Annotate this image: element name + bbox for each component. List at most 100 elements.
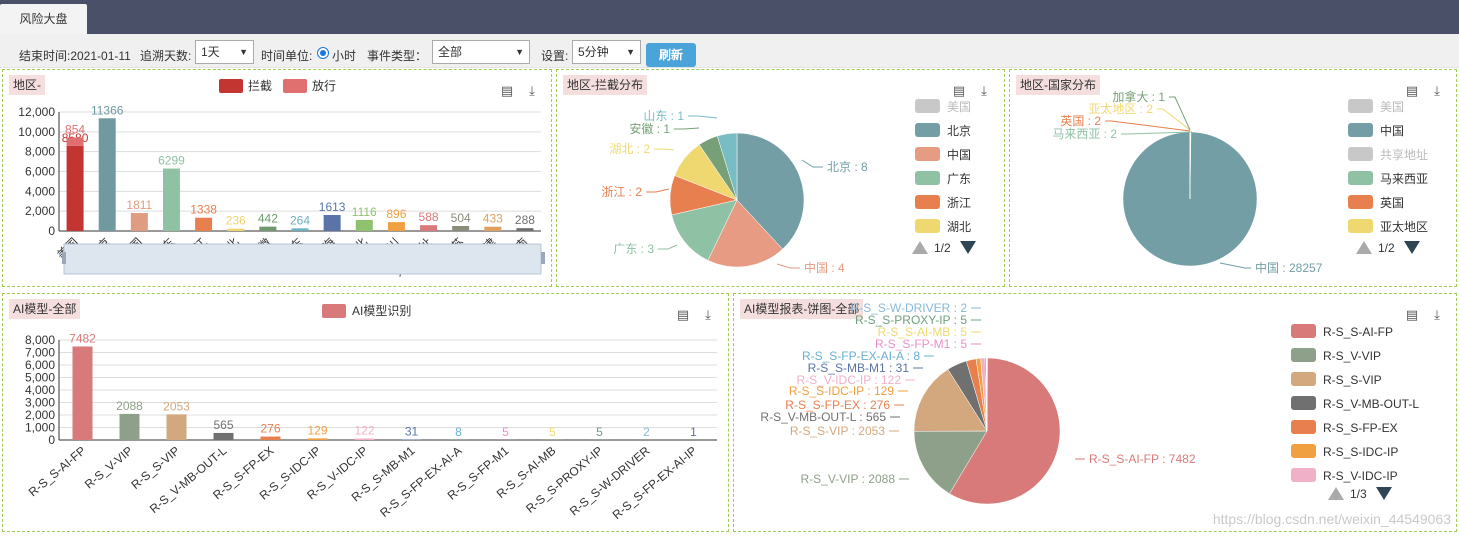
- x-tick-label: R-S_S-FP-EX-AI-A: [377, 444, 464, 520]
- bar-value-label: 442: [258, 212, 278, 226]
- page-prev-icon: [1356, 241, 1372, 254]
- label-line: [688, 115, 718, 119]
- bar: [323, 215, 341, 231]
- bar: [72, 346, 93, 440]
- y-tick-label: 2,000: [25, 408, 55, 422]
- event-type-select[interactable]: 全部 ▼: [432, 40, 530, 64]
- legend-swatch: [1348, 171, 1373, 185]
- y-tick-label: 3,000: [25, 396, 55, 410]
- bar: [355, 219, 373, 231]
- label-line: [776, 263, 800, 269]
- slice-label: 北京 : 8: [827, 160, 868, 174]
- legend-label: R-S_S-IDC-IP: [1323, 445, 1398, 459]
- region-pie-chart: 北京 : 8 中国 : 4 广东 : 3 浙江 : 2 湖北 : 2 安徽 : 1山东 :…: [601, 99, 976, 275]
- legend-swatch: [1291, 372, 1316, 386]
- bar-value-label: 896: [386, 207, 406, 221]
- y-tick-label: 1,000: [25, 421, 55, 435]
- setting-select[interactable]: 5分钟 ▼: [572, 40, 641, 64]
- slice-label: 马来西亚 : 2: [1052, 127, 1117, 141]
- slice-label: R-S_S-FP-EX-AI-A : 8: [802, 349, 920, 363]
- page-indicator: 1/2: [934, 241, 951, 255]
- legend-swatch: [1348, 99, 1373, 113]
- x-tick-label: R-S_S-AI-FP: [26, 444, 89, 500]
- x-tick-label: R-S_S-FP-EX-AI-IP: [610, 444, 700, 522]
- refresh-button[interactable]: 刷新: [646, 43, 696, 67]
- chevron-down-icon: ▼: [239, 47, 248, 57]
- end-time-label: 结束时间:2021-01-11: [19, 49, 131, 63]
- chevron-down-icon: ▼: [626, 47, 635, 57]
- top-bar: 风险大盘: [0, 0, 1459, 34]
- legend-swatch: [1348, 195, 1373, 209]
- bar-value-label: 8: [455, 425, 462, 439]
- ai-pie-chart: R-S_S-AI-FP : 7482 R-S_V-VIP : 2088 R-S_S-…: [760, 301, 1419, 505]
- bar-value-label: 854: [65, 122, 85, 136]
- bar: [227, 228, 245, 231]
- legend-swatch: [1291, 324, 1316, 338]
- legend-swatch: [915, 219, 940, 233]
- label-line: [1219, 262, 1251, 269]
- y-tick-label: 2,000: [25, 204, 55, 218]
- bar-value-label: 1811: [126, 198, 152, 212]
- bar-value-label: 7482: [69, 331, 96, 345]
- zoom-slider: [63, 243, 542, 275]
- legend-label: 北京: [947, 124, 971, 138]
- tab-risk-dashboard[interactable]: 风险大盘: [0, 4, 87, 34]
- legend-label: 中国: [947, 147, 971, 162]
- bar-value-label: 1338: [190, 203, 217, 217]
- bar: [259, 226, 277, 231]
- legend-swatch: [1291, 396, 1316, 410]
- bar: [66, 145, 84, 231]
- bar-value-label: 565: [213, 418, 233, 432]
- bar-value-label: 2053: [163, 399, 190, 413]
- bar-value-label: 236: [226, 214, 246, 228]
- bar: [484, 226, 502, 231]
- label-line: [674, 127, 700, 130]
- legend-label: R-S_S-AI-FP: [1323, 325, 1393, 339]
- slice-label: 广东 : 3: [613, 242, 654, 256]
- slice-label: R-S_S-MB-M1 : 31: [808, 361, 910, 375]
- legend-label: 湖北: [947, 219, 971, 234]
- slice-label: R-S_S-FP-EX : 276: [785, 398, 890, 412]
- legend-label: 拦截: [248, 79, 272, 93]
- legend-label: R-S_S-FP-EX: [1323, 421, 1398, 435]
- page-next-icon: [960, 241, 976, 254]
- legend-label: 美国: [1380, 100, 1404, 114]
- legend-label: R-S_V-IDC-IP: [1323, 469, 1398, 483]
- legend-label: 放行: [312, 78, 336, 93]
- bar-value-label: 504: [451, 211, 471, 225]
- legend-label: R-S_V-MB-OUT-L: [1323, 397, 1419, 411]
- label-line: [1105, 120, 1191, 132]
- bar: [98, 118, 116, 231]
- lookback-select[interactable]: 1天 ▼: [195, 40, 254, 64]
- bar-value-label: 264: [290, 213, 310, 227]
- page-indicator: 1/3: [1350, 487, 1367, 501]
- ai-bar-chart: AI模型识别 01,0002,0003,0004,0005,0006,0007,0…: [25, 304, 717, 522]
- bar: [420, 225, 438, 231]
- y-tick-label: 5,000: [25, 371, 55, 385]
- unit-hour-radio[interactable]: [317, 47, 329, 59]
- legend-swatch: [283, 79, 307, 93]
- legend-swatch: [915, 147, 940, 161]
- page-next-icon: [1404, 241, 1420, 254]
- slice-label: 山东 : 1: [643, 109, 684, 123]
- bar: [119, 413, 140, 440]
- bar: [452, 226, 470, 231]
- bar-value-label: 5: [502, 425, 509, 439]
- event-type-label: 事件类型：: [367, 49, 428, 63]
- bar: [291, 228, 309, 231]
- legend-label: 广东: [947, 172, 971, 186]
- bar-value-label: 6299: [158, 154, 185, 168]
- bar: [354, 438, 375, 440]
- legend-swatch: [1348, 147, 1373, 161]
- label-line: [1169, 96, 1191, 131]
- legend-swatch: [1291, 420, 1316, 434]
- bar: [195, 217, 213, 231]
- legend-swatch: [219, 79, 243, 93]
- legend-label: R-S_S-VIP: [1323, 373, 1382, 387]
- legend-label: AI模型识别: [352, 304, 411, 318]
- legend-label: 马来西亚: [1380, 172, 1428, 186]
- slice-label: R-S_S-W-DRIVER : 2: [851, 301, 968, 315]
- y-tick-label: 6,000: [25, 358, 55, 372]
- slice-label: 安徽 : 1: [629, 121, 670, 136]
- x-tick-label: R-S_S-W-DRIVER: [567, 443, 653, 518]
